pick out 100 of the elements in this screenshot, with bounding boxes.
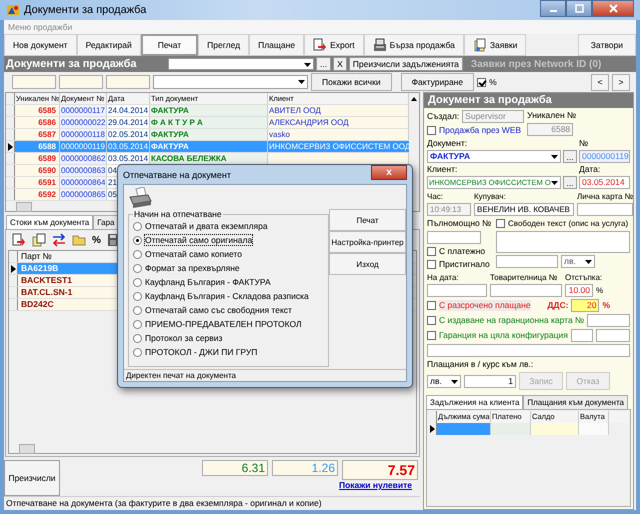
field-label: Уникален № xyxy=(527,110,576,121)
field-label: Час: xyxy=(427,191,444,202)
document-type-combo[interactable]: ФАКТУРА xyxy=(427,150,561,163)
checkbox-label: Гаранция на цяла конфигурация xyxy=(439,330,568,341)
table-cell: 03.05.2014 xyxy=(107,141,150,152)
field-label: Документ: xyxy=(427,138,468,149)
checkbox-label: С издаване на гаранционна карта № xyxy=(439,315,584,326)
table-row[interactable]: 6587 0000000118 02.05.2014 ФАКТУРА vasko xyxy=(6,129,409,141)
payment-currency-combo[interactable]: лв. xyxy=(427,374,461,388)
table-cell: 02.05.2014 xyxy=(107,129,150,140)
toolbar-button[interactable]: Нов документ xyxy=(4,34,77,56)
toolbar-button[interactable]: Заявки xyxy=(464,34,526,56)
field-label: Отстъпка: xyxy=(565,272,604,283)
table-cell: vasko xyxy=(269,130,290,139)
ellipsis-button[interactable]: ... xyxy=(316,57,332,71)
tab[interactable]: Гара xyxy=(93,215,118,229)
recalc-button[interactable]: Преизчисли задълженията xyxy=(348,57,463,71)
table-cell: 0000000865 xyxy=(60,189,107,200)
table-cell: АЛЕКСАНДРИЯ ООД xyxy=(269,118,349,127)
dialog-status: Директен печат на документа xyxy=(124,369,406,381)
field-label: Плащания в / курс към лв.: xyxy=(427,359,534,370)
show-zero-link[interactable]: Покажи нулевите xyxy=(338,480,412,490)
table-cell: 0000000022 xyxy=(60,117,107,128)
table-cell: 6587 xyxy=(15,129,60,140)
toolbar-button[interactable]: Плащане xyxy=(249,34,304,56)
invoicing-button[interactable]: Фактуриране xyxy=(400,73,474,91)
table-cell: 24.04.2014 xyxy=(107,105,150,116)
checkbox-label: С платежно xyxy=(439,246,486,257)
table-cell: ФАКТУРА xyxy=(151,142,189,151)
previous-button[interactable]: < xyxy=(591,74,609,90)
table-cell: 03.05.2014 xyxy=(107,153,150,164)
toolbar-button[interactable]: Бърза продажба xyxy=(364,34,464,56)
field-label: На дата: xyxy=(427,272,460,283)
table-cell: 6590 xyxy=(15,165,60,176)
network-label: Заявки през Network ID (0) xyxy=(470,58,602,70)
percent-label: % xyxy=(596,285,604,296)
dialog-button[interactable]: Настройка-принтер xyxy=(329,231,406,253)
table-cell: 0000000863 xyxy=(60,165,107,176)
vat-total: 1.26 xyxy=(272,460,338,476)
dialog-button[interactable]: Изход xyxy=(329,253,406,275)
section-title: Документи за продажба xyxy=(6,58,138,70)
vat-rate-field[interactable]: 20 xyxy=(571,299,600,312)
percent-label: % xyxy=(602,300,610,311)
checkbox-label: Продажба през WEB xyxy=(439,125,522,136)
field-label: Пълномощно № xyxy=(427,218,492,229)
rate-field[interactable]: 1 xyxy=(464,374,516,388)
table-cell: 0000000119 xyxy=(60,141,107,152)
table-cell: 6585 xyxy=(15,105,60,116)
recalc-button[interactable]: Преизчисли xyxy=(4,460,60,496)
field-label: Лична карта № xyxy=(577,191,634,202)
net-total: 6.31 xyxy=(202,460,268,476)
radio-label[interactable]: Отпечатай и двата екземпляра xyxy=(145,221,268,231)
table-cell: 0000000862 xyxy=(60,153,107,164)
table-cell: 6586 xyxy=(15,117,60,128)
table-row[interactable]: 6586 0000000022 29.04.2014 Ф А К Т У Р А АЛЕКСАНДРИЯ ООД xyxy=(6,117,409,129)
field-label: Товарителница № xyxy=(490,272,558,283)
show-all-button[interactable]: Покажи всички xyxy=(311,73,392,91)
table-cell: ФАКТУРА xyxy=(151,106,189,115)
tab[interactable]: Задължения на клиента xyxy=(426,395,524,409)
toolbar-button[interactable]: Затвори xyxy=(578,34,636,56)
tab[interactable]: Плащания към документа xyxy=(523,395,628,409)
field-label: Дата: xyxy=(579,164,602,175)
clear-button[interactable]: X xyxy=(333,57,347,71)
vat-label: ДДС: xyxy=(547,300,568,311)
date-field[interactable]: 03.05.2014 xyxy=(579,176,630,189)
checkbox-label: Пристигнало xyxy=(439,259,490,270)
radio-label[interactable]: Протокол за сервиз xyxy=(145,333,222,343)
discount-field[interactable]: 10.00 xyxy=(565,284,593,297)
table-cell: ФАКТУРА xyxy=(151,130,189,139)
buyer-field[interactable]: ВЕНЕЛИН ИВ. КОВАЧЕВ xyxy=(474,203,574,216)
radio-label[interactable]: ПРОТОКОЛ - ДЖИ ПИ ГРУП xyxy=(145,347,258,357)
table-cell: 0000000117 xyxy=(60,105,107,116)
next-button[interactable]: > xyxy=(612,74,630,90)
table-cell: 29.04.2014 xyxy=(107,117,150,128)
radio-label[interactable]: ПРИЕМО-ПРЕДАВАТЕЛЕН ПРОТОКОЛ xyxy=(145,319,302,329)
currency-combo[interactable]: лв. xyxy=(561,255,595,268)
radio-label[interactable]: Отпечатай само оригинала xyxy=(145,235,252,245)
table-row[interactable]: 6585 0000000117 24.04.2014 ФАКТУРА АВИТЕЛ ООД xyxy=(6,105,409,117)
ellipsis-button[interactable]: ... xyxy=(563,176,577,189)
field-label: № xyxy=(579,138,590,149)
table-cell: Ф А К Т У Р А xyxy=(151,118,203,127)
table-cell: АВИТЕЛ ООД xyxy=(269,106,321,115)
toolbar-button[interactable]: Преглед xyxy=(198,34,250,56)
table-cell: 0000000118 xyxy=(60,129,107,140)
table-cell: 0000000864 xyxy=(60,177,107,188)
table-cell: 6592 xyxy=(15,189,60,200)
toolbar-button[interactable]: Редактирай xyxy=(76,34,141,56)
field-label: Купувач: xyxy=(474,191,507,202)
tab[interactable]: Стоки към документа xyxy=(6,215,94,229)
percent-tool[interactable]: % xyxy=(92,234,101,246)
dialog-button[interactable]: Печат xyxy=(329,209,406,231)
group-title: Начин на отпечатване xyxy=(133,209,223,219)
toolbar-button[interactable]: Печат xyxy=(140,34,198,56)
checkbox-label: С разсрочено плащане xyxy=(439,300,531,311)
window-title: Документи за продажба xyxy=(24,4,146,16)
table-cell: КАСОВА БЕЛЕЖКА xyxy=(151,154,227,163)
field-label: Клиент: xyxy=(427,164,458,175)
toolbar-button[interactable]: Export xyxy=(304,34,364,56)
table-cell: 6591 xyxy=(15,177,60,188)
ellipsis-button[interactable]: ... xyxy=(563,150,577,163)
